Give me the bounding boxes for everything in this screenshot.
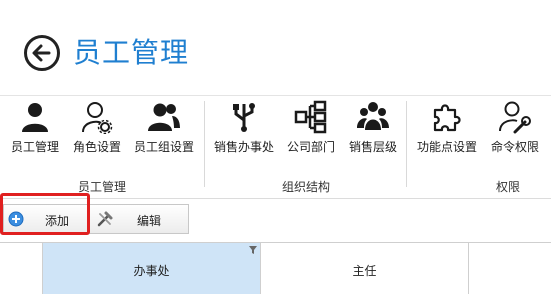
grid-column-header-office[interactable]: 办事处 — [43, 243, 261, 294]
page-title: 员工管理 — [73, 36, 190, 69]
user-icon — [22, 103, 48, 132]
data-grid: 办事处 主任 — [0, 242, 551, 294]
ribbon-group-label: 组织结构 — [281, 180, 330, 194]
ribbon-sales-office-button[interactable]: 销售办事处 — [210, 100, 278, 160]
user-wrench-icon — [499, 101, 531, 134]
ribbon-button-label: 角色设置 — [72, 140, 121, 154]
grid-row-indicator-header — [0, 243, 43, 294]
ribbon-button-label: 公司部门 — [286, 140, 335, 154]
filter-icon[interactable] — [249, 246, 257, 254]
title-bar: 员工管理 — [0, 0, 551, 95]
ribbon-command-permission-button[interactable]: 命令权限 — [485, 100, 545, 160]
ribbon-employee-management-button[interactable]: 员工管理 — [6, 100, 64, 160]
ribbon-company-department-button[interactable]: 公司部门 — [282, 100, 340, 160]
ribbon-button-label: 销售层级 — [348, 140, 397, 154]
ribbon: 员工管理 角色设置 员工组设置 销售办事处 公司部门 销售层级 功能点设置 命令… — [0, 95, 551, 199]
ribbon-separator — [406, 101, 407, 187]
ribbon-function-point-button[interactable]: 功能点设置 — [413, 100, 481, 160]
edit-tools-icon — [97, 211, 113, 227]
users-icon — [148, 103, 180, 131]
org-chart-icon — [294, 100, 327, 134]
ribbon-sales-level-button[interactable]: 销售层级 — [344, 100, 402, 160]
edit-button-label: 编辑 — [137, 214, 162, 228]
grid-column-header-empty — [469, 243, 551, 294]
ribbon-separator — [204, 101, 205, 187]
usb-tree-icon — [233, 103, 255, 132]
column-header-label: 主任 — [352, 264, 377, 278]
puzzle-icon — [433, 104, 461, 132]
user-gear-icon — [82, 102, 113, 134]
ribbon-button-label: 员工管理 — [10, 140, 59, 154]
ribbon-button-label: 员工组设置 — [133, 140, 194, 154]
ribbon-group-label: 权限 — [495, 180, 520, 194]
group-icon — [357, 102, 389, 130]
ribbon-button-label: 销售办事处 — [213, 140, 274, 154]
column-header-label: 办事处 — [133, 264, 170, 278]
ribbon-employee-group-button[interactable]: 员工组设置 — [130, 100, 198, 160]
highlight-box — [0, 193, 90, 235]
edit-button[interactable]: 编辑 — [89, 204, 189, 234]
ribbon-button-label: 功能点设置 — [416, 140, 477, 154]
ribbon-role-settings-button[interactable]: 角色设置 — [68, 100, 126, 160]
back-arrow-icon[interactable] — [23, 34, 61, 72]
ribbon-button-label: 命令权限 — [490, 140, 539, 154]
grid-column-header-director[interactable]: 主任 — [261, 243, 469, 294]
